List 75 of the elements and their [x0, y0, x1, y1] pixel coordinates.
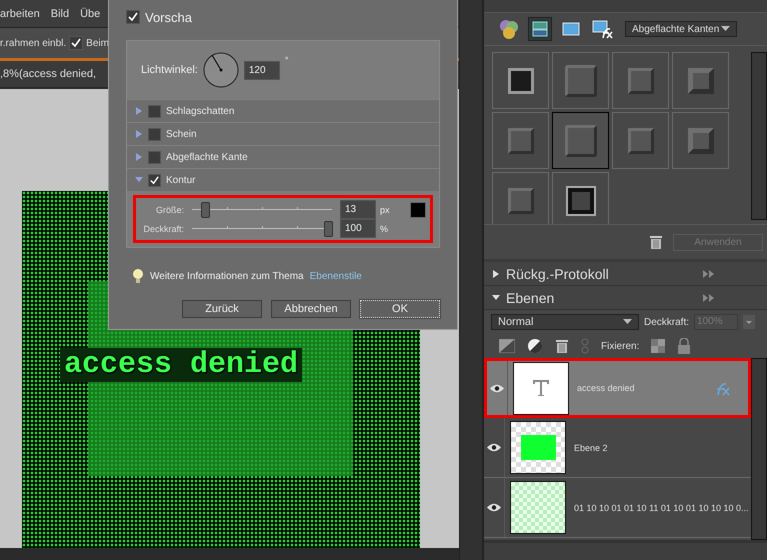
opacity-label: Deckkraft: — [644, 316, 690, 328]
layer-thumbnail — [510, 421, 566, 474]
caret-icon — [721, 26, 730, 32]
scrollbar[interactable] — [751, 358, 767, 540]
angle-label: Lichtwinkel: — [141, 64, 198, 76]
color-circles-icon[interactable] — [498, 18, 520, 40]
category-dropdown[interactable]: Abgeflachte Kanten — [625, 21, 737, 37]
angle-dial[interactable] — [202, 52, 239, 88]
menu-item[interactable]: Übe — [80, 8, 100, 20]
style-thumbnail[interactable] — [672, 112, 729, 169]
style-thumbnail[interactable] — [492, 112, 549, 169]
angle-field[interactable]: 120 — [244, 60, 280, 80]
dialog-button[interactable]: Zurück — [182, 300, 262, 318]
color-swatch[interactable] — [410, 202, 426, 218]
layer-row[interactable]: Ebene 2 — [484, 418, 751, 478]
blend-mode-dropdown[interactable]: Normal — [491, 314, 639, 330]
panel-menu-icon[interactable] — [703, 270, 715, 278]
unit-label: ° — [284, 55, 288, 65]
style-thumbnail[interactable] — [612, 112, 669, 169]
value-field[interactable]: 100 — [340, 219, 376, 238]
checkbox[interactable] — [148, 104, 161, 118]
layer-thumbnail — [510, 481, 566, 534]
style-section[interactable]: Schlagschatten — [127, 99, 439, 122]
slider-label: Größe: — [154, 204, 184, 214]
dialog-button[interactable]: OK — [360, 300, 440, 318]
style-thumbnail[interactable] — [492, 52, 549, 109]
checkerboard-icon[interactable] — [651, 339, 666, 353]
unit-label: % — [380, 224, 390, 234]
lock-label: Fixieren: — [601, 340, 640, 352]
checkbox[interactable] — [148, 128, 161, 140]
scrollbar[interactable] — [751, 52, 767, 220]
style-section[interactable]: Kontur — [127, 168, 439, 191]
eye-icon[interactable] — [490, 384, 504, 392]
lightbulb-icon — [132, 268, 144, 284]
slider-thumb[interactable] — [201, 202, 210, 218]
new-layer-icon[interactable] — [499, 339, 515, 353]
menu-item[interactable]: arbeiten — [0, 8, 40, 20]
layer-styles-icon[interactable] — [529, 18, 551, 40]
trash-icon[interactable] — [555, 338, 569, 354]
dialog-button[interactable]: Abbrechen — [271, 300, 351, 318]
lock-icon[interactable] — [677, 338, 692, 354]
document-tab[interactable]: ,8%(access denied, — [0, 68, 96, 80]
style-thumbnail[interactable] — [552, 172, 609, 224]
option-label: r.rahmen einbl. — [0, 38, 66, 48]
checkbox[interactable] — [148, 174, 161, 186]
checkbox[interactable] — [69, 36, 84, 50]
eye-icon[interactable] — [487, 503, 501, 512]
style-section[interactable]: Abgeflachte Kante — [127, 145, 439, 168]
panel-header[interactable]: Rückg.-Protokoll — [484, 262, 767, 286]
text-layer-thumbnail — [513, 362, 569, 414]
style-thumbnail[interactable] — [552, 52, 609, 109]
menu-item[interactable]: Bild — [50, 8, 70, 20]
checkbox[interactable] — [148, 150, 161, 164]
panel-header[interactable]: Ebenen — [484, 286, 767, 310]
checkbox-label: Beim — [86, 38, 109, 48]
caret-icon — [623, 319, 632, 325]
style-thumbnail[interactable] — [672, 52, 729, 109]
style-thumbnail[interactable] — [612, 52, 669, 109]
layer-row[interactable]: 01 10 10 01 01 10 11 01 10 01 10 10 10 0... — [484, 478, 751, 538]
info-text: Weitere Informationen zum Thema — [150, 270, 304, 282]
unit-label: px — [380, 204, 391, 214]
value-field[interactable]: 13 — [340, 200, 376, 219]
panel-menu-icon[interactable] — [703, 294, 715, 302]
checkbox[interactable] — [126, 10, 140, 24]
adjustment-layer-icon[interactable] — [527, 338, 543, 354]
trash-icon[interactable] — [649, 234, 663, 250]
effects-image-icon[interactable] — [591, 18, 613, 40]
style-section[interactable]: Schein — [127, 122, 439, 145]
slider-thumb[interactable] — [324, 220, 334, 236]
canvas-text: access denied — [60, 348, 302, 382]
style-thumbnail[interactable] — [492, 172, 549, 224]
slider-label: Deckkraft: — [142, 224, 184, 234]
eye-icon[interactable] — [487, 443, 501, 452]
checkbox-label: Vorscha — [145, 10, 192, 24]
style-thumbnail[interactable] — [552, 112, 609, 169]
